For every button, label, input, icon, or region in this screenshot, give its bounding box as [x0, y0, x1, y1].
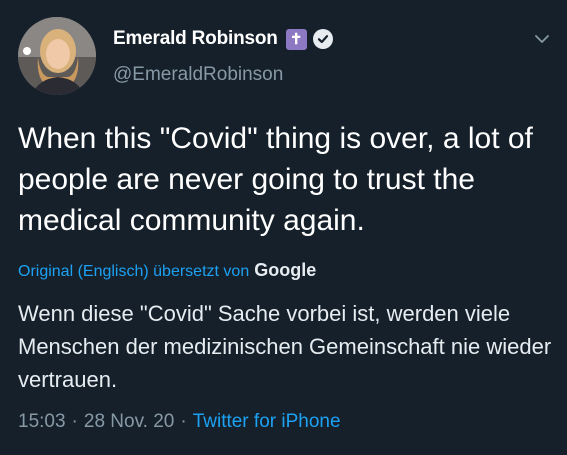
tweet-source-link[interactable]: Twitter for iPhone	[193, 411, 341, 433]
translated-text: Wenn diese "Covid" Sache vorbei ist, wer…	[18, 301, 552, 392]
author-name-row: Emerald Robinson ✝	[113, 28, 333, 50]
tweet-date[interactable]: 28 Nov. 20	[84, 411, 174, 433]
avatar-image	[18, 17, 96, 95]
tweet-time[interactable]: 15:03	[18, 411, 66, 433]
cross-icon: ✝	[285, 28, 307, 50]
display-name[interactable]: Emerald Robinson	[113, 28, 278, 50]
google-logo: Google	[254, 260, 317, 280]
separator-dot: ·	[71, 411, 78, 432]
tweet-card: Emerald Robinson ✝ @EmeraldRobinson When…	[0, 0, 567, 455]
verified-check-icon	[312, 29, 333, 49]
translation-label[interactable]: Original (Englisch) übersetzt von	[18, 263, 249, 281]
tweet-text: When this "Covid" thing is over, a lot o…	[18, 122, 533, 237]
chevron-down-icon[interactable]	[533, 32, 551, 46]
separator-dot: ·	[180, 411, 187, 432]
translation-attribution[interactable]: Original (Englisch) übersetzt von Google	[18, 260, 316, 281]
tweet-meta: 15:03 · 28 Nov. 20 · Twitter for iPhone	[18, 411, 341, 433]
author-handle[interactable]: @EmeraldRobinson	[113, 64, 283, 86]
avatar[interactable]	[18, 17, 96, 95]
